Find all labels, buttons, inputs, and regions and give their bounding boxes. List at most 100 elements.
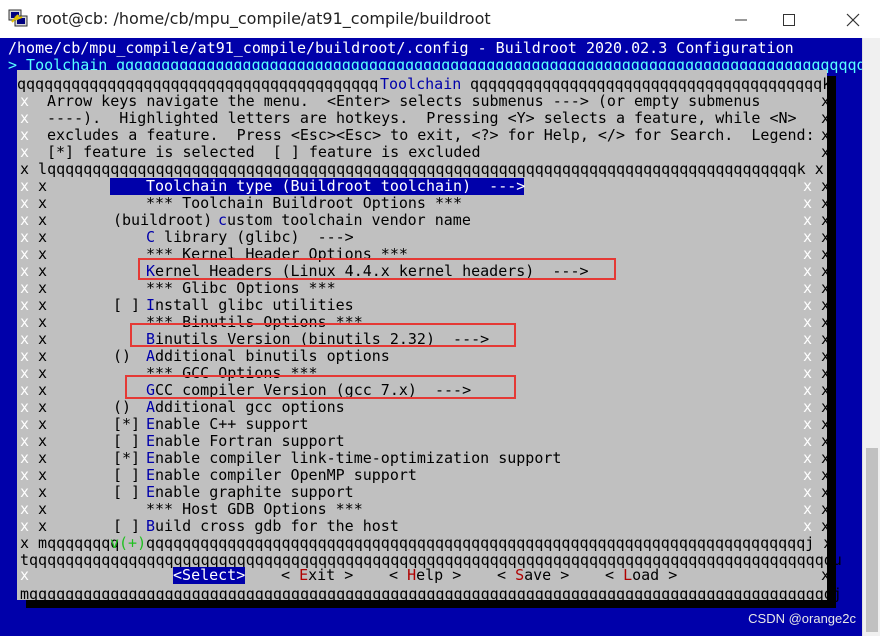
help-border-right: x	[821, 92, 831, 110]
maximize-button[interactable]	[766, 0, 812, 38]
menu-border-right-outer: x	[821, 483, 831, 501]
menu-item-prefix: [ ]	[113, 432, 150, 450]
config-header: /home/cb/mpu_compile/at91_compile/buildr…	[8, 39, 794, 57]
menu-border-left-inner: x	[38, 313, 48, 331]
menu-border-left-outer: x	[20, 313, 30, 331]
menu-item-prefix: ()	[113, 347, 150, 365]
menu-item-hotkey: E	[146, 483, 156, 501]
menu-item[interactable]: Enable graphite support	[146, 484, 354, 501]
menu-border-right-inner: x	[803, 313, 813, 331]
menu-border-right-inner: x	[803, 517, 813, 535]
menu-item[interactable]: Build cross gdb for the host	[146, 518, 399, 535]
menu-border-right-outer: x	[821, 500, 831, 518]
more-indicator: v(+)	[110, 534, 147, 552]
menu-border-right-inner: x	[803, 194, 813, 212]
menu-item-hotkey: B	[146, 517, 156, 535]
menu-border-left-inner: x	[38, 398, 48, 416]
menu-item-prefix: [*]	[113, 415, 150, 433]
help-border-left: x	[20, 126, 30, 144]
menu-border-left-outer: x	[20, 364, 30, 382]
menu-border-left-inner: x	[38, 330, 48, 348]
menu-item[interactable]: C library (glibc) --->	[146, 229, 354, 246]
menu-border-right-outer: x	[821, 245, 831, 263]
menu-border-right-inner: x	[803, 245, 813, 263]
menu-item[interactable]: custom toolchain vendor name	[218, 212, 471, 229]
dialog-button-1[interactable]: <Select>	[173, 566, 246, 584]
menu-border-left-outer: x	[20, 330, 30, 348]
dialog-button-3[interactable]: < Help >	[389, 567, 461, 584]
menu-item-hotkey: A	[146, 398, 156, 416]
window-title: root@cb: /home/cb/mpu_compile/at91_compi…	[36, 9, 491, 28]
help-line: [*] feature is selected [ ] feature is e…	[47, 143, 481, 161]
menu-border-right-outer: x	[821, 517, 831, 535]
menu-item-label: nable compiler OpenMP support	[155, 466, 417, 484]
help-border-left: x	[20, 143, 30, 161]
menu-border-left-inner: x	[38, 279, 48, 297]
button-hotkey: E	[299, 566, 309, 584]
menu-border-right-outer: x	[821, 432, 831, 450]
dialog-button-2[interactable]: < Exit >	[281, 567, 353, 584]
menu-border-right-inner: x	[803, 330, 813, 348]
menu-bottom-border: x mqqqqqqqq	[20, 534, 120, 552]
menu-item-label: dditional binutils options	[155, 347, 390, 365]
menu-border-left-inner: x	[38, 177, 48, 195]
menu-item-hotkey: E	[146, 432, 156, 450]
highlight-gcc-version	[125, 375, 516, 399]
menu-border-right-outer: x	[821, 296, 831, 314]
menu-border-left-inner: x	[38, 432, 48, 450]
menu-item[interactable]: *** Toolchain Buildroot Options ***	[146, 195, 462, 212]
menu-border-right-inner: x	[803, 500, 813, 518]
menu-border-left-outer: x	[20, 211, 30, 229]
menu-border-left-inner: x	[38, 364, 48, 382]
menu-item[interactable]: Toolchain type (Buildroot toolchain) ---…	[146, 178, 525, 195]
dialog-button-5[interactable]: < Load >	[605, 567, 677, 584]
menu-item-hotkey: c	[218, 211, 228, 229]
close-button[interactable]	[830, 0, 876, 38]
button-bracket: <	[173, 566, 183, 584]
button-hotkey: L	[623, 566, 633, 584]
minimize-button[interactable]	[718, 0, 764, 38]
menu-item-prefix: [ ]	[113, 517, 150, 535]
menu-border-left-inner: x	[38, 381, 48, 399]
maximize-icon	[783, 14, 795, 26]
highlight-binutils-version	[130, 323, 516, 347]
button-label: xit >	[308, 566, 354, 584]
dialog-top-border: qqqqqqqqqqqqqqqqqqqqqqqqqqqqqqqqqqqqqqqq	[17, 75, 379, 93]
menu-item-label: nable C++ support	[155, 415, 309, 433]
help-border-right: x	[821, 109, 831, 127]
button-row-border-right: x	[821, 566, 831, 584]
menu-border-right-inner: x	[803, 262, 813, 280]
dialog-top-border-right: qqqqqqqqqqqqqqqqqqqqqqqqqqqqqqqqqqqqqqqk	[470, 75, 832, 93]
menu-item[interactable]: Additional gcc options	[146, 399, 345, 416]
menu-border-right-inner: x	[803, 398, 813, 416]
menu-item[interactable]: *** Glibc Options ***	[146, 280, 336, 297]
menu-item[interactable]: Install glibc utilities	[146, 297, 354, 314]
menu-item-label: nable graphite support	[155, 483, 354, 501]
menu-border-right-outer: x	[821, 228, 831, 246]
help-line: Arrow keys navigate the menu. <Enter> se…	[47, 92, 761, 110]
highlight-kernel-headers	[138, 258, 616, 280]
putty-app-icon[interactable]	[8, 8, 28, 28]
menu-border-left-outer: x	[20, 500, 30, 518]
menu-border-right-outer: x	[821, 415, 831, 433]
menu-item[interactable]: *** Host GDB Options ***	[146, 501, 363, 518]
menu-item-label: dditional gcc options	[155, 398, 345, 416]
menu-border-left-outer: x	[20, 381, 30, 399]
menu-border-left-inner: x	[38, 347, 48, 365]
menu-top-border: x lqqqqqqqqqqqqqqqqqqqqqqqqqqqqqqqqqqqqq…	[20, 160, 824, 178]
dialog-button-4[interactable]: < Save >	[497, 567, 569, 584]
vertical-scrollbar[interactable]	[862, 38, 880, 636]
help-line: excludes a feature. Press <Esc><Esc> to …	[47, 126, 815, 144]
menu-item[interactable]: Additional binutils options	[146, 348, 390, 365]
minimize-icon	[735, 19, 747, 21]
menu-item[interactable]: Enable compiler link-time-optimization s…	[146, 450, 561, 467]
menu-item[interactable]: Enable Fortran support	[146, 433, 345, 450]
menu-border-right-outer: x	[821, 364, 831, 382]
scrollbar-thumb[interactable]	[866, 448, 878, 632]
menu-border-right-inner: x	[803, 449, 813, 467]
menu-item[interactable]: Enable C++ support	[146, 416, 309, 433]
menu-border-right-inner: x	[803, 296, 813, 314]
menu-border-left-inner: x	[38, 500, 48, 518]
menu-border-right-outer: x	[821, 211, 831, 229]
menu-item[interactable]: Enable compiler OpenMP support	[146, 467, 417, 484]
